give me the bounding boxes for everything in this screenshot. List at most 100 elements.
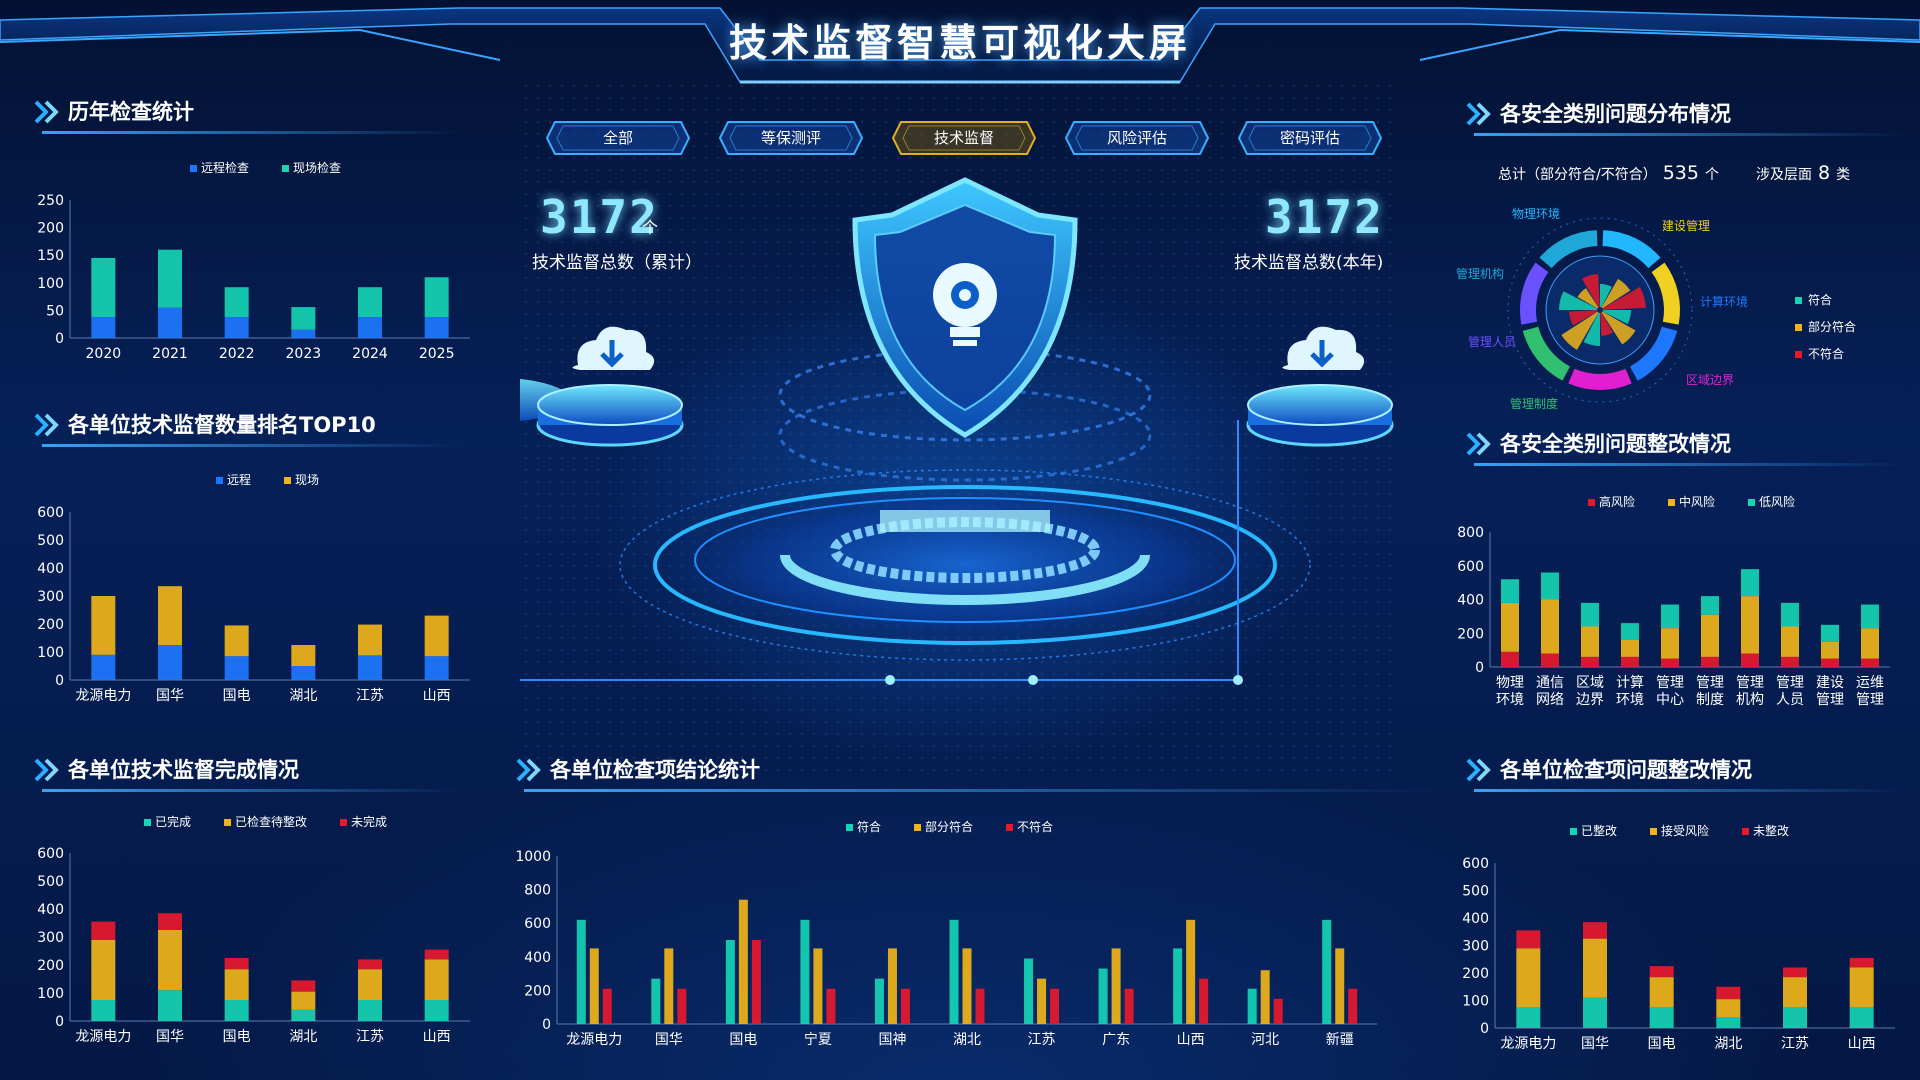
x-tick-label: 区域 [1576,675,1604,691]
panel-title-text: 各单位检查项结论统计 [550,758,760,782]
bar [1273,998,1283,1024]
bar [1260,970,1270,1024]
tab-0[interactable]: 全部 [545,120,691,156]
x-tick-label: 网络 [1536,692,1564,708]
legend-swatch [144,819,151,826]
y-tick-label: 100 [37,645,64,661]
x-tick-label: 新疆 [1326,1032,1354,1048]
x-tick-label: 管理 [1816,692,1844,708]
bar-segment [1821,641,1839,659]
bar-segment [358,969,382,1000]
tab-4[interactable]: 密码评估 [1237,120,1383,156]
panel-title-text: 各单位检查项问题整改情况 [1500,758,1752,782]
x-tick-label: 2025 [419,346,455,362]
layers-value: 8 [1818,162,1831,184]
y-tick-label: 400 [37,561,64,577]
bar-segment [1583,997,1607,1028]
y-tick-label: 600 [1462,856,1489,872]
x-tick-label: 山西 [423,688,451,704]
tab-2[interactable]: 技术监督 [891,120,1037,156]
bar-segment [224,625,249,657]
y-tick-label: 300 [37,930,64,946]
y-tick-label: 200 [37,958,64,974]
cloud-download-icon [572,326,655,370]
x-tick-label: 江苏 [356,1029,384,1045]
y-tick-label: 300 [1462,939,1489,955]
y-tick-label: 300 [37,589,64,605]
bar [1186,919,1196,1024]
bar [1173,948,1183,1024]
x-tick-label: 龙源电力 [566,1032,622,1048]
bar-segment [424,959,449,1000]
bar [874,978,884,1024]
bar-segment [291,980,316,992]
bar-segment [358,624,382,656]
bar [1098,968,1108,1024]
bar-segment [158,645,182,680]
legend-label: 未整改 [1753,823,1789,838]
bar [602,988,612,1024]
x-tick-label: 通信 [1536,675,1564,691]
x-tick-label: 国电 [729,1032,757,1048]
legend-swatch [340,819,347,826]
layers-label: 涉及层面 [1756,167,1812,183]
panel-title-text: 各安全类别问题分布情况 [1500,102,1731,126]
bar-segment [1701,614,1719,657]
y-tick-label: 0 [542,1017,551,1033]
y-tick-label: 400 [1457,593,1484,609]
panel-title-ranking: 各单位技术监督数量排名TOP10 [30,407,462,447]
bar-segment [224,317,249,338]
bar-segment [1701,656,1719,667]
bar-segment [1821,624,1839,642]
tab-1[interactable]: 等保测评 [718,120,864,156]
x-tick-label: 国华 [1581,1036,1609,1052]
chart-yearly: 远程检查 现场检查 250 200 150 100 50 0 2020 2021 2022 2023 2… [37,160,470,362]
bar-segment [424,949,449,960]
bar-segment [224,958,249,970]
bar-segment [1661,658,1679,667]
legend-swatch [1570,828,1577,835]
x-tick-label: 湖北 [953,1032,981,1048]
legend-label: 部分符合 [925,819,973,834]
bar-segment [158,913,182,930]
panel-title-text: 各单位技术监督数量排名TOP10 [68,413,376,437]
x-tick-label: 2024 [352,346,388,362]
bar-segment [1716,986,1741,1000]
legend-swatch [846,824,853,831]
x-tick-label: 物理 [1496,675,1524,691]
legend-label: 接受风险 [1661,823,1709,838]
legend-swatch [1795,324,1802,331]
bar-segment [224,287,249,318]
chevron-right-icon [34,413,59,437]
category-tabs: 全部 等保测评 技术监督 风险评估 密码评估 [545,120,1385,156]
x-tick-label: 人员 [1776,692,1804,708]
panel-title-yearly: 历年检查统计 [30,94,462,134]
bar [887,948,897,1024]
total-value: 535 [1662,162,1699,184]
x-tick-label: 江苏 [1028,1032,1056,1048]
legend-swatch [1795,297,1802,304]
bar-segment [91,921,116,940]
x-tick-label: 国华 [156,688,184,704]
bar-segment [1583,938,1607,998]
bar-segment [358,1000,382,1021]
tab-3[interactable]: 风险评估 [1064,120,1210,156]
legend-label: 现场检查 [293,160,341,175]
legend-swatch [1588,499,1595,506]
y-tick-label: 600 [524,916,551,932]
cloud-download-icon [1282,326,1365,370]
bar-segment [1541,599,1559,654]
bar [664,948,674,1024]
x-tick-label: 环境 [1616,692,1644,708]
y-tick-label: 100 [37,276,64,292]
bar [725,940,735,1024]
legend-label: 远程 [227,472,251,487]
bar-segment [1849,1007,1874,1028]
bar-segment [424,1000,449,1021]
x-tick-label: 机构 [1736,692,1764,708]
bar-segment [291,307,316,330]
bar-segment [158,930,182,991]
y-tick-label: 200 [1457,626,1484,642]
bar [1111,948,1121,1024]
x-tick-label: 制度 [1696,692,1724,708]
